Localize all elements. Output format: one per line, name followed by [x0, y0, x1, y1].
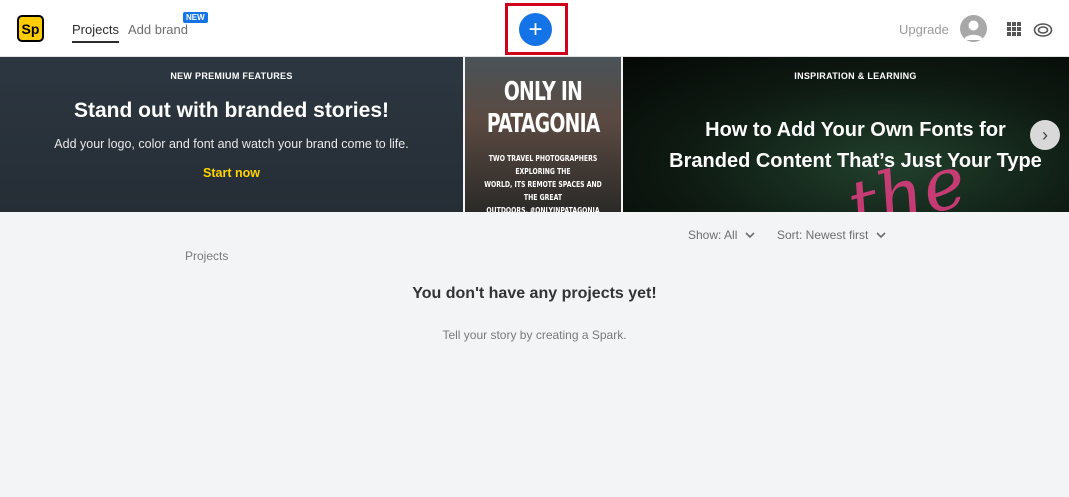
chevron-down-icon	[745, 231, 755, 242]
carousel-next-button[interactable]: ›	[1030, 120, 1060, 150]
nav-add-brand-tab[interactable]: Add brand	[128, 22, 188, 37]
custom-fonts-banner[interactable]: the INSPIRATION & LEARNING How to Add Yo…	[623, 57, 1069, 212]
chevron-down-icon	[876, 231, 886, 242]
plus-icon: +	[528, 15, 543, 43]
nav-projects-tab[interactable]: Projects	[72, 22, 119, 43]
projects-section-label: Projects	[185, 249, 229, 263]
spark-logo[interactable]: Sp	[17, 15, 44, 42]
show-filter-dropdown[interactable]: Show: All	[688, 228, 755, 242]
banner-title: Stand out with branded stories!	[73, 99, 389, 122]
create-new-button[interactable]: +	[519, 13, 552, 46]
banner-kicker: NEW PREMIUM FEATURES	[170, 71, 293, 81]
patagonia-banner[interactable]: ONLY IN PATAGONIA TWO TRAVEL PHOTOGRAPHE…	[465, 57, 621, 212]
sort-label: Sort: Newest first	[777, 228, 869, 242]
new-badge: NEW	[183, 12, 208, 23]
banner-title-line2: PATAGONIA	[486, 109, 600, 139]
banner-title-line1: ONLY IN	[503, 77, 583, 107]
chevron-right-icon: ›	[1042, 124, 1048, 145]
apps-grid-icon[interactable]	[1007, 22, 1021, 36]
empty-state-subtitle: Tell your story by creating a Spark.	[442, 328, 627, 342]
upgrade-link[interactable]: Upgrade	[899, 22, 949, 37]
branded-stories-banner[interactable]: NEW PREMIUM FEATURES Stand out with bran…	[0, 57, 463, 212]
creative-cloud-icon[interactable]	[1033, 19, 1053, 39]
banner-kicker: INSPIRATION & LEARNING	[794, 71, 917, 81]
banner-title: How to Add Your Own Fonts for Branded Co…	[669, 119, 1042, 172]
banner-subtitle: Add your logo, color and font and watch …	[54, 137, 409, 151]
show-filter-label: Show: All	[688, 228, 738, 242]
banner-description: TWO TRAVEL PHOTOGRAPHERS EXPLORING THE W…	[484, 154, 602, 212]
sort-dropdown[interactable]: Sort: Newest first	[777, 228, 886, 242]
avatar-icon[interactable]	[960, 15, 987, 42]
empty-state-title: You don't have any projects yet!	[412, 285, 657, 302]
start-now-link[interactable]: Start now	[0, 166, 463, 180]
top-header: Sp Projects Add brand NEW + Upgrade	[0, 0, 1069, 57]
